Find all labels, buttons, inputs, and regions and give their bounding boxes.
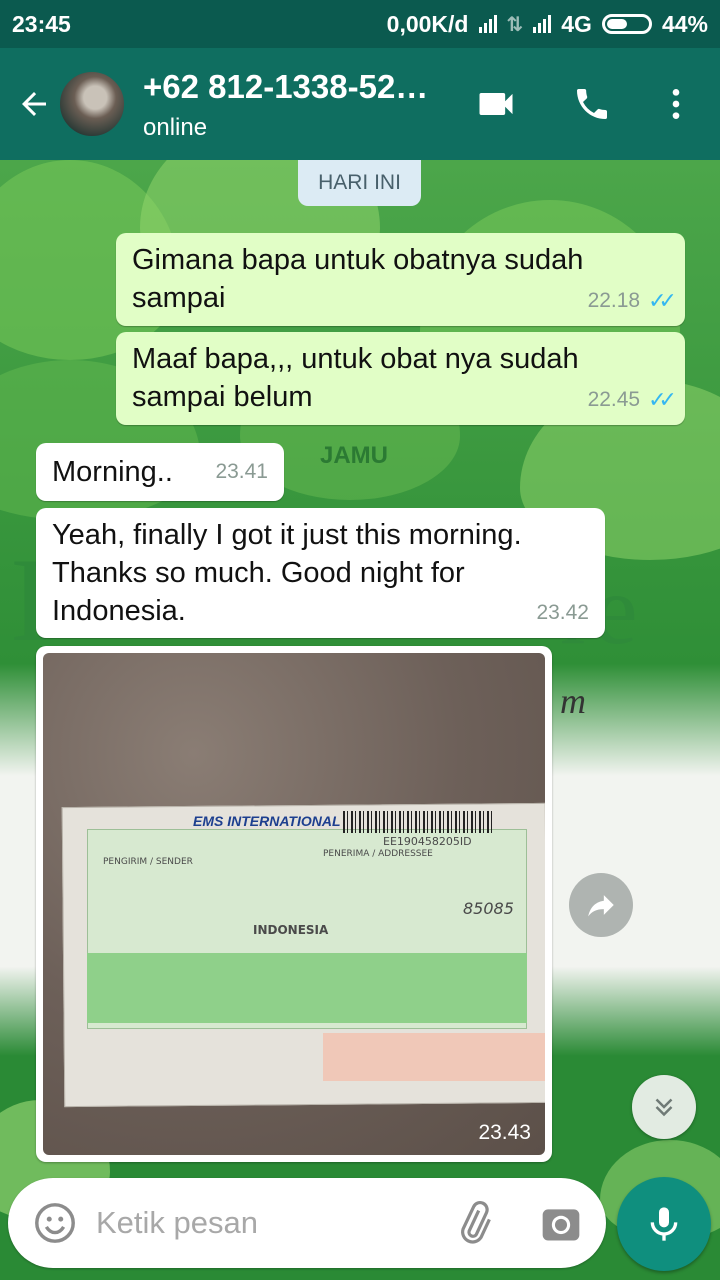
- message-input[interactable]: [96, 1200, 436, 1246]
- parcel-form-section: [87, 953, 527, 1023]
- read-receipt-icon: ✓✓: [648, 288, 677, 313]
- data-transfer-icon: ⇅: [506, 13, 524, 36]
- image-message[interactable]: EMS INTERNATIONAL EE190458205ID PENGIRIM…: [36, 646, 552, 1162]
- back-arrow-icon[interactable]: [12, 82, 56, 126]
- phone-icon[interactable]: [566, 78, 618, 130]
- more-vert-icon[interactable]: [650, 78, 702, 130]
- mic-icon: [650, 1207, 678, 1241]
- country-text: INDONESIA: [253, 923, 329, 937]
- status-bar: 23:45 0,00K/d ⇅ 4G 44%: [0, 0, 720, 48]
- message-bubble-incoming[interactable]: Yeah, finally I got it just this morning…: [36, 508, 605, 638]
- message-composer: [8, 1178, 606, 1268]
- message-bubble-outgoing[interactable]: Gimana bapa untuk obatnya sudah sampai 2…: [116, 233, 685, 326]
- sender-heading: PENGIRIM / SENDER: [103, 857, 193, 867]
- message-text: Yeah, finally I got it just this morning…: [52, 519, 522, 627]
- contact-name[interactable]: +62 812-1338-52…: [143, 68, 428, 106]
- battery-icon: [601, 14, 652, 34]
- forward-icon: [588, 895, 614, 917]
- camera-icon[interactable]: [538, 1202, 584, 1246]
- scroll-to-bottom-button[interactable]: [632, 1075, 696, 1139]
- video-call-icon[interactable]: [470, 78, 522, 130]
- date-chip: HARI INI: [298, 160, 421, 206]
- network-type: 4G: [561, 10, 592, 37]
- message-meta: 23.42: [536, 594, 589, 632]
- contact-status: online: [143, 114, 208, 141]
- forward-button[interactable]: [569, 873, 633, 937]
- postcode-text: 85085: [463, 899, 514, 918]
- message-text: Gimana bapa untuk obatnya sudah sampai: [132, 244, 584, 314]
- message-time: 23.41: [215, 460, 268, 483]
- message-meta: 23.41: [215, 453, 268, 491]
- barcode: [343, 811, 493, 833]
- clock: 23:45: [12, 10, 71, 37]
- voice-record-button[interactable]: [617, 1177, 711, 1271]
- message-meta: 22.18 ✓✓: [587, 282, 677, 320]
- avatar[interactable]: [58, 70, 126, 138]
- message-time: 22.18: [587, 289, 641, 312]
- image-thumbnail[interactable]: EMS INTERNATIONAL EE190458205ID PENGIRIM…: [43, 653, 545, 1155]
- message-time: 23.42: [536, 601, 589, 624]
- addressee-heading: PENERIMA / ADDRESSEE: [323, 849, 433, 859]
- message-time: 22.45: [587, 388, 641, 411]
- message-text: Morning..: [52, 456, 173, 488]
- tracking-number: EE190458205ID: [383, 835, 472, 848]
- message-bubble-incoming[interactable]: Morning.. 23.41: [36, 443, 284, 501]
- net-speed: 0,00K/d: [386, 10, 469, 37]
- ems-logo: EMS INTERNATIONAL: [193, 813, 341, 829]
- emoji-icon[interactable]: [32, 1200, 78, 1246]
- wallpaper-jamu-text: JAMU: [320, 442, 389, 469]
- double-chevron-down-icon: [655, 1098, 673, 1117]
- chat-header: +62 812-1338-52… online: [0, 48, 720, 160]
- signal-icon-2: [533, 15, 552, 33]
- message-meta: 22.45 ✓✓: [587, 381, 677, 419]
- paperclip-icon[interactable]: [450, 1200, 498, 1248]
- message-time: 23.43: [478, 1121, 531, 1144]
- message-text: Maaf bapa,,, untuk obat nya sudah sampai…: [132, 343, 579, 413]
- read-receipt-icon: ✓✓: [648, 387, 677, 412]
- wallpaper-letter-m: m: [560, 681, 586, 721]
- parcel-form-section: [323, 1033, 545, 1081]
- message-bubble-outgoing[interactable]: Maaf bapa,,, untuk obat nya sudah sampai…: [116, 332, 685, 425]
- battery-level: 44%: [661, 10, 708, 37]
- signal-icon: [478, 15, 497, 33]
